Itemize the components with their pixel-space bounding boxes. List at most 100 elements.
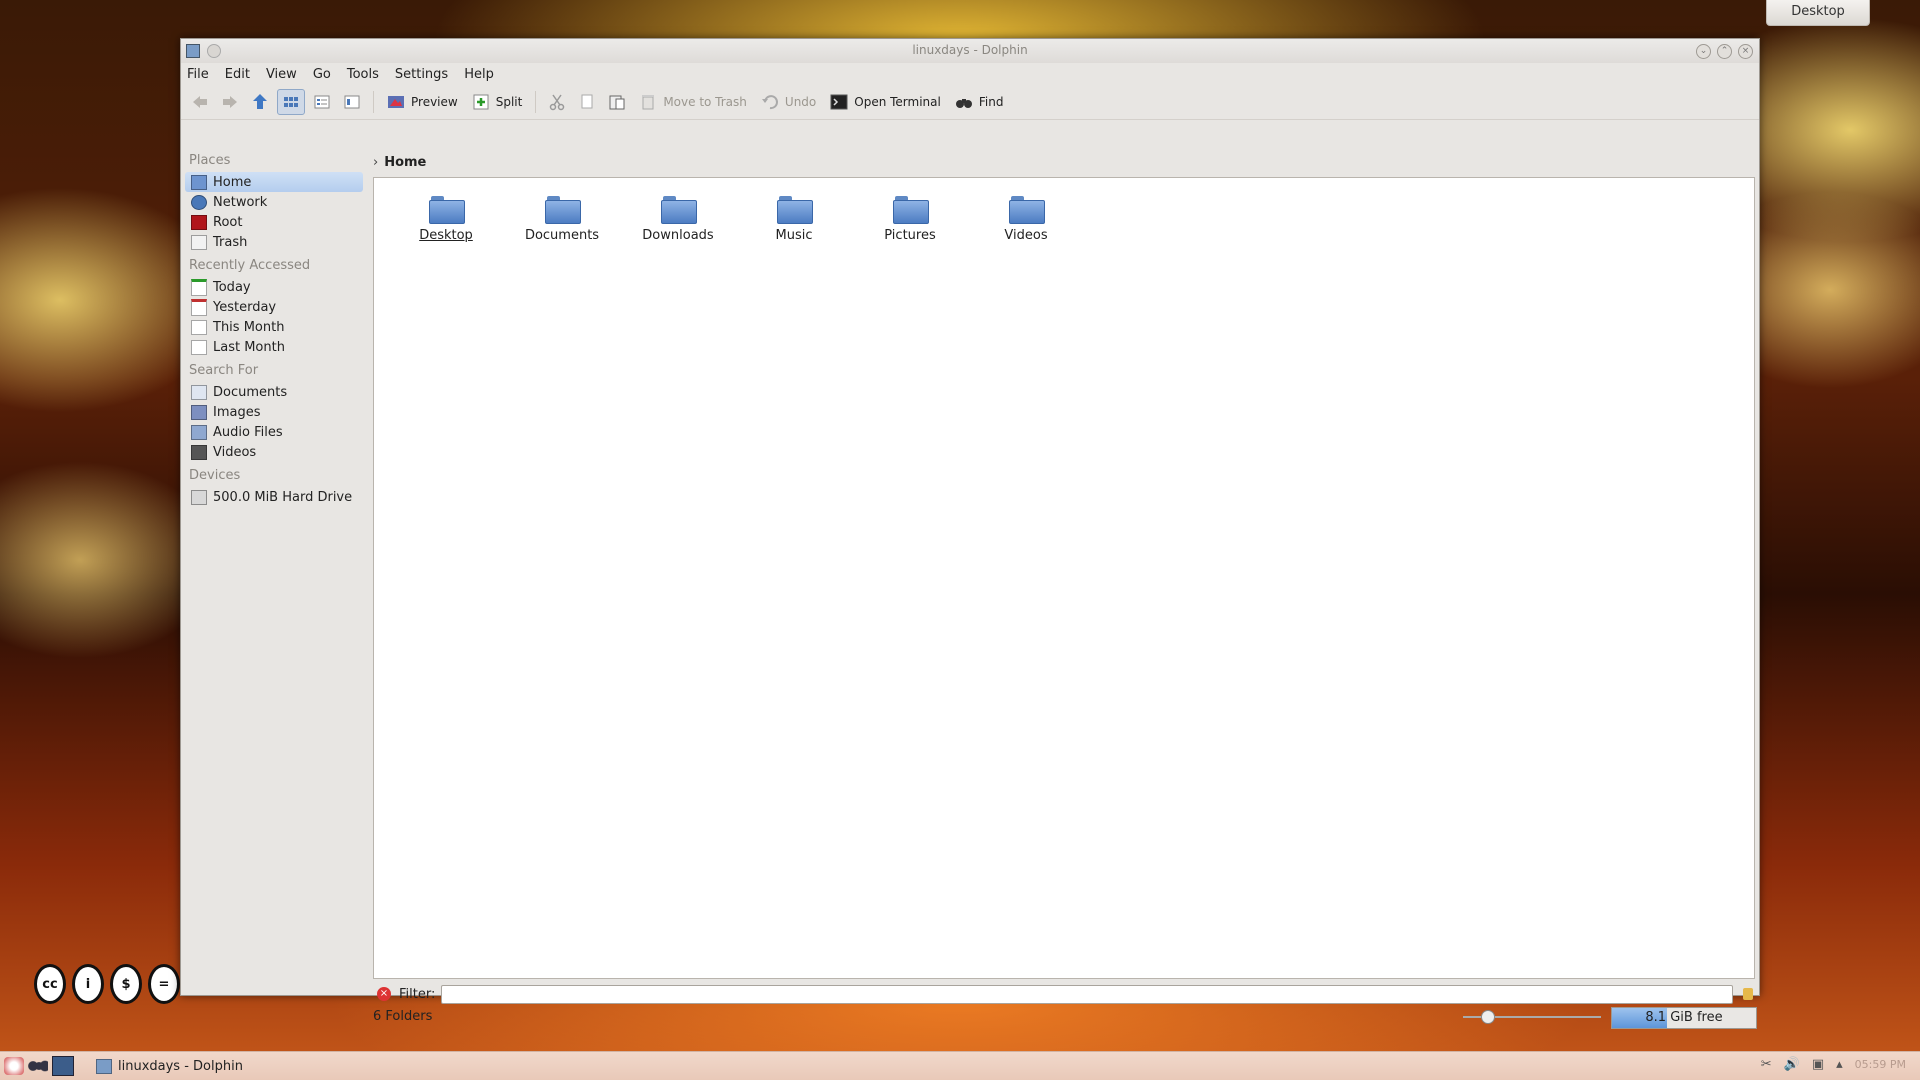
sidebar-item-home[interactable]: Home xyxy=(185,172,363,192)
by-circle-icon: i xyxy=(72,964,104,1004)
folder-item[interactable]: Pictures xyxy=(852,188,968,243)
sidebar-item-label: Audio Files xyxy=(213,424,283,440)
sidebar-item-search-images[interactable]: Images xyxy=(185,402,363,422)
item-count: 6 Folders xyxy=(373,1009,433,1024)
up-button[interactable] xyxy=(247,90,273,114)
undo-button[interactable]: Undo xyxy=(756,90,821,114)
preview-button[interactable]: Preview xyxy=(382,90,463,114)
paste-button[interactable] xyxy=(604,90,630,114)
close-filter-icon[interactable]: × xyxy=(377,987,391,1001)
details-view-icon xyxy=(314,95,330,109)
tray-expand-icon[interactable]: ▴ xyxy=(1836,1057,1843,1072)
activities-icon[interactable] xyxy=(28,1057,48,1075)
folder-label: Documents xyxy=(524,228,600,243)
open-terminal-button[interactable]: Open Terminal xyxy=(825,90,946,114)
menu-file[interactable]: File xyxy=(187,67,209,82)
filter-label: Filter: xyxy=(399,986,436,1002)
trash-icon xyxy=(642,95,655,110)
sidebar-item-label: Images xyxy=(213,404,261,420)
filter-bar: × Filter: xyxy=(373,983,1757,1005)
folder-label: Downloads xyxy=(642,228,714,243)
desktop-pager-icon[interactable] xyxy=(52,1056,74,1076)
sidebar-item-label: 500.0 MiB Hard Drive xyxy=(213,489,353,505)
forward-button[interactable] xyxy=(217,90,243,114)
details-view-button[interactable] xyxy=(309,90,335,114)
sidebar-item-search-documents[interactable]: Documents xyxy=(185,382,363,402)
sidebar-item-this-month[interactable]: This Month xyxy=(185,317,363,337)
sidebar-item-hard-drive[interactable]: 500.0 MiB Hard Drive xyxy=(185,487,363,507)
columns-view-button[interactable] xyxy=(339,90,365,114)
sidebar-item-label: Today xyxy=(213,279,251,295)
forward-arrow-icon xyxy=(223,96,237,108)
network-globe-icon xyxy=(191,194,207,210)
free-space-indicator: 8.1 GiB free xyxy=(1611,1007,1757,1029)
folder-icon xyxy=(893,196,929,224)
menu-tools[interactable]: Tools xyxy=(347,67,379,82)
folder-item[interactable]: Music xyxy=(736,188,852,243)
sidebar-item-label: Network xyxy=(213,194,268,210)
breadcrumb[interactable]: › Home xyxy=(373,155,426,170)
zoom-slider-handle[interactable] xyxy=(1481,1010,1495,1024)
breadcrumb-current[interactable]: Home xyxy=(384,155,426,170)
sidebar-item-root[interactable]: Root xyxy=(185,212,363,232)
lock-icon[interactable] xyxy=(1743,988,1753,1000)
undo-label: Undo xyxy=(784,95,817,109)
volume-icon[interactable]: 🔊 xyxy=(1784,1057,1800,1072)
sidebar-item-yesterday[interactable]: Yesterday xyxy=(185,297,363,317)
menu-help[interactable]: Help xyxy=(464,67,494,82)
dolphin-window: linuxdays - Dolphin ⌄ ⌃ × File Edit View… xyxy=(180,38,1760,1029)
filter-input[interactable] xyxy=(441,984,1733,1004)
preview-label: Preview xyxy=(411,95,458,109)
recent-section-title: Recently Accessed xyxy=(189,258,311,273)
menu-edit[interactable]: Edit xyxy=(225,67,250,82)
move-to-trash-button[interactable]: Move to Trash xyxy=(634,90,752,114)
places-panel: Places Home Network Root Trash Recently … xyxy=(185,149,363,967)
klipper-scissors-icon[interactable]: ✂ xyxy=(1761,1057,1772,1072)
icons-view-button[interactable] xyxy=(277,89,305,115)
folder-label: Music xyxy=(775,228,813,243)
image-icon xyxy=(191,404,207,420)
clock[interactable]: 05:59 PM xyxy=(1855,1058,1906,1071)
device-notifier-icon[interactable]: ▣ xyxy=(1812,1057,1824,1072)
menu-go[interactable]: Go xyxy=(313,67,331,82)
status-bar: 6 Folders 8.1 GiB free xyxy=(373,1007,1757,1029)
hard-drive-icon xyxy=(191,489,207,505)
back-button[interactable] xyxy=(187,90,213,114)
folder-item[interactable]: Videos xyxy=(968,188,1084,243)
close-button[interactable]: × xyxy=(1738,44,1753,59)
sidebar-item-search-videos[interactable]: Videos xyxy=(185,442,363,462)
sidebar-item-network[interactable]: Network xyxy=(185,192,363,212)
folder-icon xyxy=(661,196,697,224)
sidebar-item-search-audio[interactable]: Audio Files xyxy=(185,422,363,442)
desktop-label[interactable]: Desktop xyxy=(1766,0,1870,26)
toolbar-separator xyxy=(373,91,374,113)
chevron-right-icon: › xyxy=(373,155,379,170)
folder-item[interactable]: Documents xyxy=(504,188,620,243)
main-toolbar: Preview Split Move to Trash Undo Open Te… xyxy=(181,85,1759,120)
sidebar-item-trash[interactable]: Trash xyxy=(185,232,363,252)
paste-icon xyxy=(609,95,625,110)
minimize-button[interactable]: ⌄ xyxy=(1696,44,1711,59)
split-label: Split xyxy=(495,95,523,109)
file-view[interactable]: Desktop Documents Downloads Music Pictur… xyxy=(373,177,1755,979)
app-launcher-icon[interactable] xyxy=(4,1057,24,1075)
cc-circle-icon: cc xyxy=(34,964,66,1004)
task-dolphin[interactable]: linuxdays - Dolphin xyxy=(88,1057,251,1076)
sidebar-item-last-month[interactable]: Last Month xyxy=(185,337,363,357)
find-button[interactable]: Find xyxy=(950,90,1009,114)
menu-view[interactable]: View xyxy=(266,67,297,82)
terminal-icon xyxy=(830,94,848,110)
dolphin-app-icon xyxy=(96,1058,112,1074)
cut-button[interactable] xyxy=(544,90,570,114)
maximize-button[interactable]: ⌃ xyxy=(1717,44,1732,59)
calendar-last-month-icon xyxy=(191,339,207,355)
title-bar[interactable]: linuxdays - Dolphin ⌄ ⌃ × xyxy=(181,39,1759,63)
split-button[interactable]: Split xyxy=(467,90,528,114)
folder-item[interactable]: Desktop xyxy=(388,188,504,243)
menu-settings[interactable]: Settings xyxy=(395,67,448,82)
sidebar-item-today[interactable]: Today xyxy=(185,277,363,297)
move-to-trash-label: Move to Trash xyxy=(663,95,747,109)
folder-item[interactable]: Downloads xyxy=(620,188,736,243)
copy-button[interactable] xyxy=(574,90,600,114)
preview-icon xyxy=(388,96,404,108)
